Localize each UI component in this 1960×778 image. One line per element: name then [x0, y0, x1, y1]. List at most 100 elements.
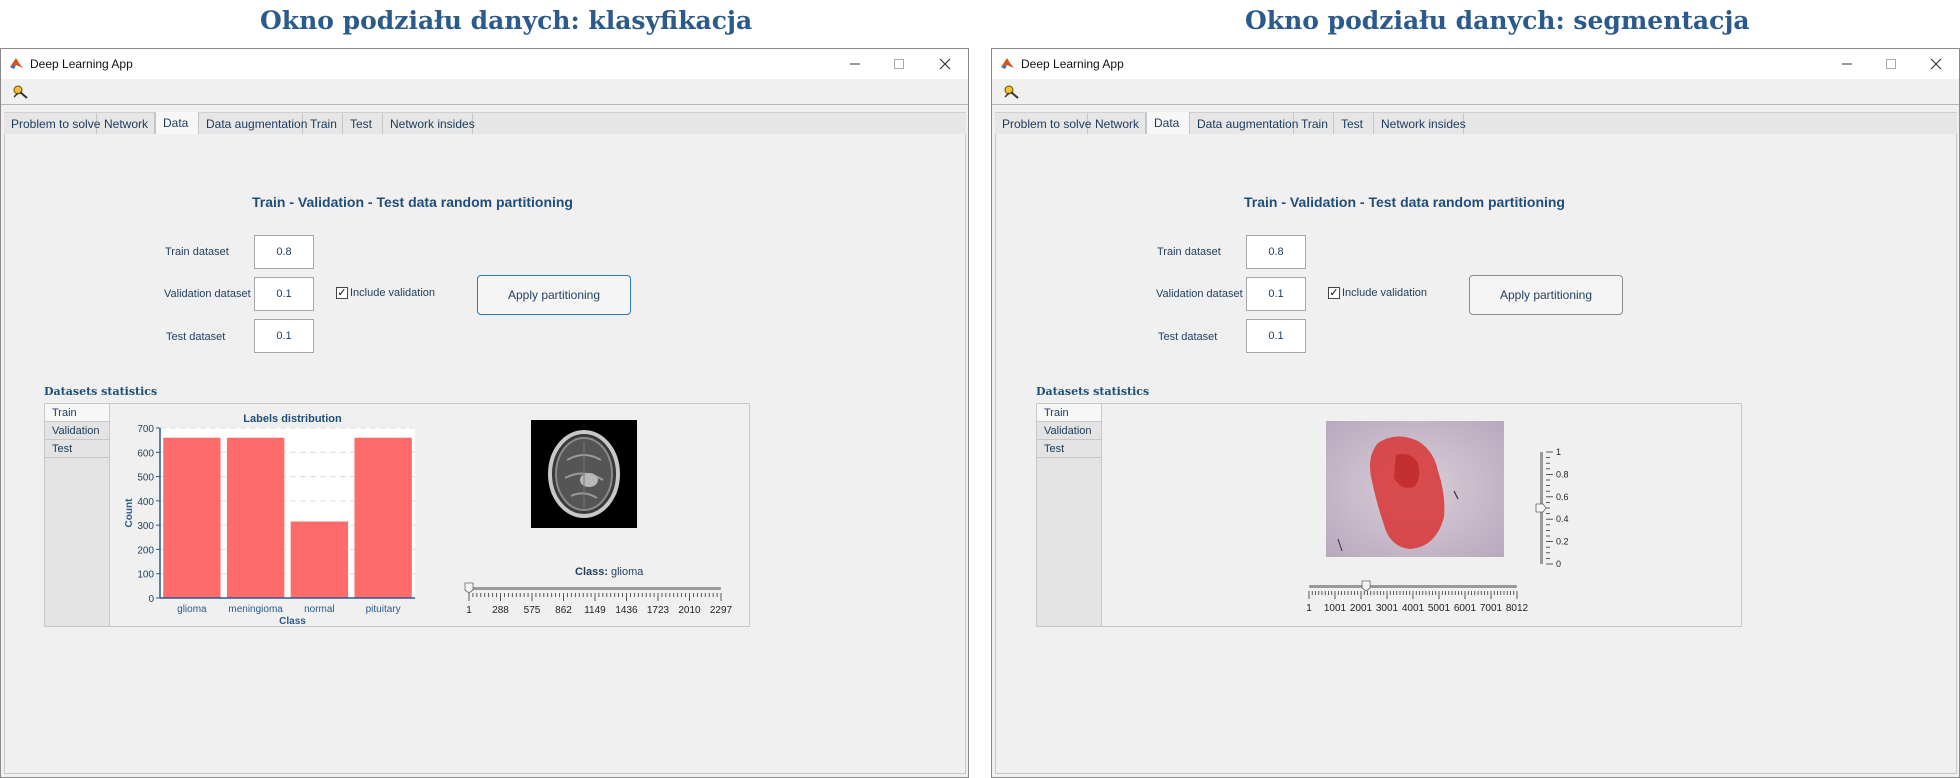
slider-tick-label: 862: [555, 605, 572, 616]
y-tick-label: 700: [137, 424, 154, 435]
x-tick-label: normal: [304, 604, 335, 615]
bar-pituitary: [354, 437, 412, 598]
heading-segmentation: Okno podziału danych: segmentacja: [1245, 6, 1750, 35]
partition-title: Train - Validation - Test data random pa…: [252, 194, 573, 210]
tab-bar: Problem to solve Network Data Data augme…: [995, 112, 1957, 136]
opacity-tick-label: 0.8: [1556, 469, 1569, 479]
stats-tab-validation[interactable]: Validation: [1037, 422, 1101, 440]
debug-tool-icon[interactable]: [1003, 84, 1021, 100]
y-tick-label: 600: [137, 448, 154, 459]
slider-tick-label: 2010: [678, 605, 701, 616]
opacity-thumb: [1535, 503, 1547, 513]
opacity-tick-label: 0.6: [1556, 492, 1569, 502]
validation-dataset-input[interactable]: 0.1: [1246, 277, 1306, 311]
title-bar: Deep Learning App: [992, 49, 1959, 79]
x-tick-label: pituitary: [366, 604, 401, 615]
validation-dataset-input[interactable]: 0.1: [254, 277, 314, 311]
close-button[interactable]: [923, 49, 967, 79]
minimize-button[interactable]: [833, 49, 877, 79]
tab-test[interactable]: Test: [343, 113, 383, 135]
tab-train[interactable]: Train: [1294, 113, 1334, 135]
tab-data-augmentation[interactable]: Data augmentation: [1190, 113, 1298, 135]
debug-tool-icon[interactable]: [12, 84, 30, 100]
slider-tick-label: 6001: [1454, 603, 1477, 614]
y-axis-label: Count: [124, 498, 135, 528]
toolbar: [1, 79, 968, 105]
bar-meningioma: [226, 437, 285, 598]
stats-tab-test[interactable]: Test: [1037, 440, 1101, 458]
toolbar: [992, 79, 1959, 105]
include-validation-label: Include validation: [1342, 287, 1428, 299]
tab-network[interactable]: Network: [1088, 113, 1146, 135]
slider-tick-label: 288: [492, 605, 509, 616]
tab-train[interactable]: Train: [303, 113, 343, 135]
window-title: Deep Learning App: [1021, 57, 1124, 71]
stats-tab-test[interactable]: Test: [45, 440, 109, 458]
y-tick-label: 200: [137, 545, 154, 556]
tab-test[interactable]: Test: [1334, 113, 1374, 135]
train-dataset-label: Train dataset: [165, 246, 229, 258]
close-icon: [1930, 58, 1942, 70]
datasets-statistics-title: Datasets statistics: [44, 385, 158, 398]
title-bar: Deep Learning App: [1, 49, 968, 79]
y-tick-label: 500: [137, 473, 154, 484]
x-tick-label: glioma: [177, 604, 207, 615]
image-class-value: glioma: [611, 566, 644, 578]
minimize-icon: [850, 63, 860, 65]
tab-problem-to-solve[interactable]: Problem to solve: [4, 113, 100, 135]
test-dataset-input[interactable]: 0.1: [254, 319, 314, 353]
bar-glioma: [163, 437, 221, 598]
image-index-slider[interactable]: 1 288 575 862 1149 1436 1723 2010 2297: [463, 582, 743, 622]
minimize-button[interactable]: [1825, 49, 1869, 79]
tab-network-insides[interactable]: Network insides: [1374, 113, 1466, 135]
y-tick-label: 400: [137, 497, 154, 508]
statistics-tabs: Train Validation Test: [45, 404, 110, 626]
slider-tick-label: 3001: [1376, 603, 1399, 614]
statistics-panel: Train Validation Test 0 100 200 300 400 500 60…: [44, 403, 750, 627]
slider-track: [1309, 585, 1517, 588]
include-validation-checkbox[interactable]: ✓: [336, 287, 348, 299]
tab-network[interactable]: Network: [97, 113, 155, 135]
test-dataset-label: Test dataset: [1158, 331, 1218, 343]
tab-data-augmentation[interactable]: Data augmentation: [199, 113, 307, 135]
include-validation-label: Include validation: [350, 287, 436, 299]
apply-partitioning-button[interactable]: Apply partitioning: [1469, 275, 1623, 315]
maximize-button[interactable]: [1869, 49, 1913, 79]
maximize-icon: [1886, 59, 1896, 69]
include-validation-checkbox[interactable]: ✓: [1328, 287, 1340, 299]
slider-tick-label: 575: [524, 605, 541, 616]
slider-tick-label: 1: [1306, 603, 1312, 614]
train-dataset-input[interactable]: 0.8: [1246, 235, 1306, 269]
slider-tick-label: 1001: [1324, 603, 1347, 614]
matlab-app-icon: [1001, 58, 1014, 69]
tab-data[interactable]: Data: [1146, 112, 1190, 136]
slider-tick-label: 7001: [1480, 603, 1503, 614]
stats-tab-validation[interactable]: Validation: [45, 422, 109, 440]
maximize-button[interactable]: [877, 49, 921, 79]
tab-network-insides[interactable]: Network insides: [383, 113, 475, 135]
stats-tab-train[interactable]: Train: [1037, 404, 1101, 422]
window-title: Deep Learning App: [30, 57, 133, 71]
mask-opacity-slider[interactable]: 1 0.8 0.6 0.4 0.2 0: [1535, 444, 1575, 572]
validation-dataset-label: Validation dataset: [1156, 288, 1243, 300]
x-axis-label: Class: [279, 616, 306, 627]
slider-tick-label: 1723: [647, 605, 670, 616]
stats-tab-train[interactable]: Train: [45, 404, 109, 422]
window-segmentation: Deep Learning App Problem to solve Netwo…: [991, 48, 1960, 778]
tab-problem-to-solve[interactable]: Problem to solve: [995, 113, 1091, 135]
apply-partitioning-button[interactable]: Apply partitioning: [477, 275, 631, 315]
maximize-icon: [894, 59, 904, 69]
slider-track: [469, 587, 721, 590]
slider-tick-label: 8012: [1506, 603, 1529, 614]
minimize-icon: [1842, 63, 1852, 65]
test-dataset-input[interactable]: 0.1: [1246, 319, 1306, 353]
slider-tick-label: 5001: [1428, 603, 1451, 614]
image-index-slider[interactable]: 1 1001 2001 3001 4001 5001 6001 7001 8012: [1303, 580, 1529, 620]
tab-data[interactable]: Data: [155, 112, 199, 136]
y-tick-label: 100: [137, 570, 154, 581]
slider-tick-label: 1436: [615, 605, 638, 616]
mri-image: [531, 420, 637, 528]
train-dataset-input[interactable]: 0.8: [254, 235, 314, 269]
image-class-label: Class:: [575, 566, 609, 578]
close-button[interactable]: [1914, 49, 1958, 79]
